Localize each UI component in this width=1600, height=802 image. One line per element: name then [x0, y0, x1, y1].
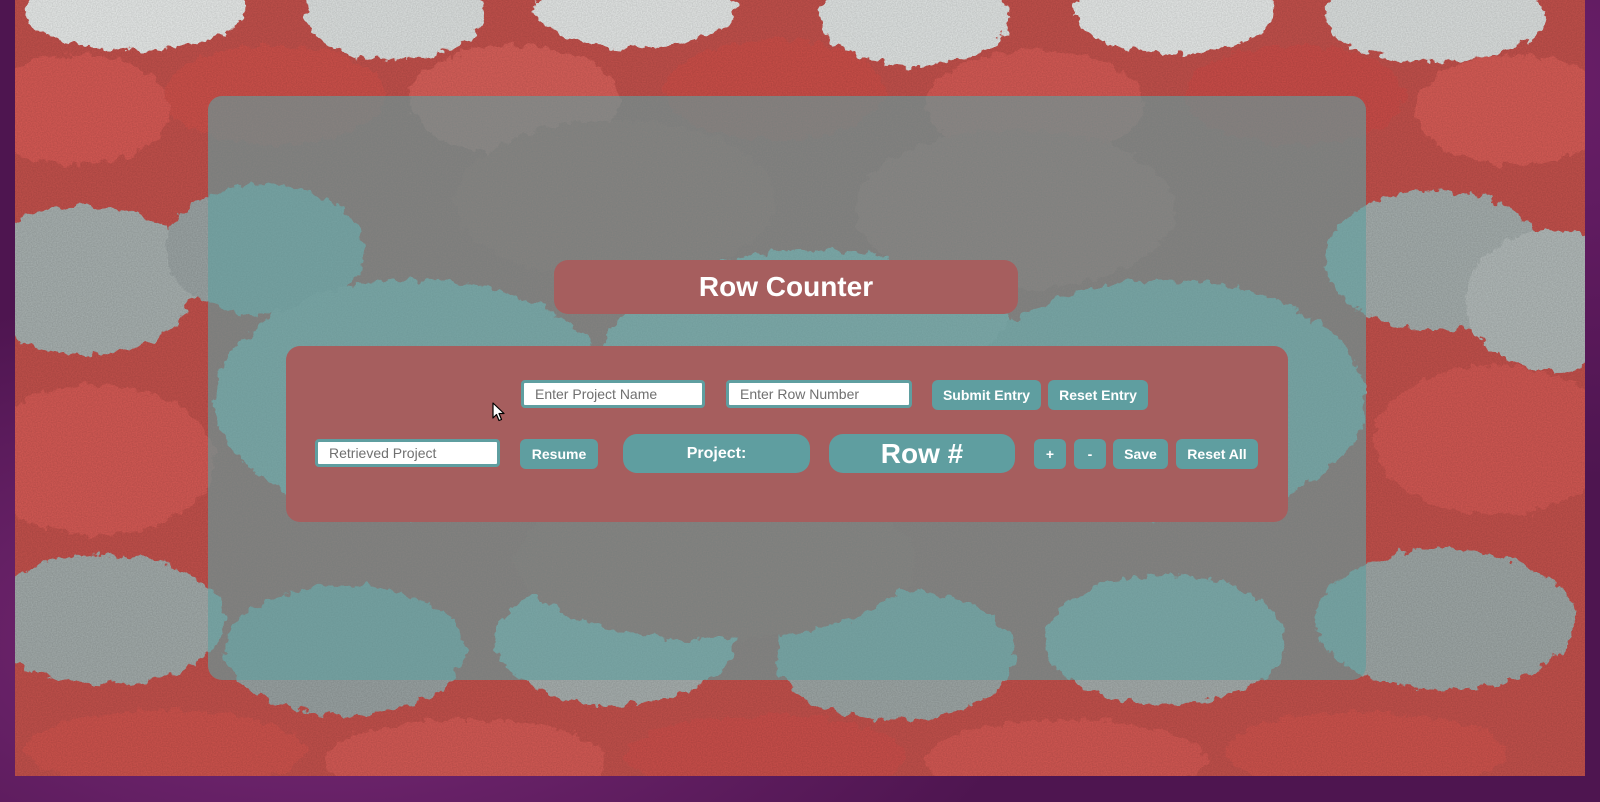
app-title: Row Counter	[554, 260, 1018, 314]
row-number-input[interactable]	[726, 380, 912, 408]
resume-button[interactable]: Resume	[520, 439, 598, 469]
submit-entry-button[interactable]: Submit Entry	[932, 380, 1041, 410]
mouse-cursor-icon	[492, 402, 505, 422]
row-number-display: Row #	[829, 434, 1015, 473]
reset-all-button[interactable]: Reset All	[1176, 439, 1258, 469]
retrieved-project-input[interactable]	[315, 439, 500, 467]
decrement-button[interactable]: -	[1074, 439, 1106, 469]
project-name-input[interactable]	[521, 380, 705, 408]
increment-button[interactable]: +	[1034, 439, 1066, 469]
save-button[interactable]: Save	[1113, 439, 1168, 469]
reset-entry-button[interactable]: Reset Entry	[1048, 380, 1148, 410]
project-display: Project:	[623, 434, 810, 473]
